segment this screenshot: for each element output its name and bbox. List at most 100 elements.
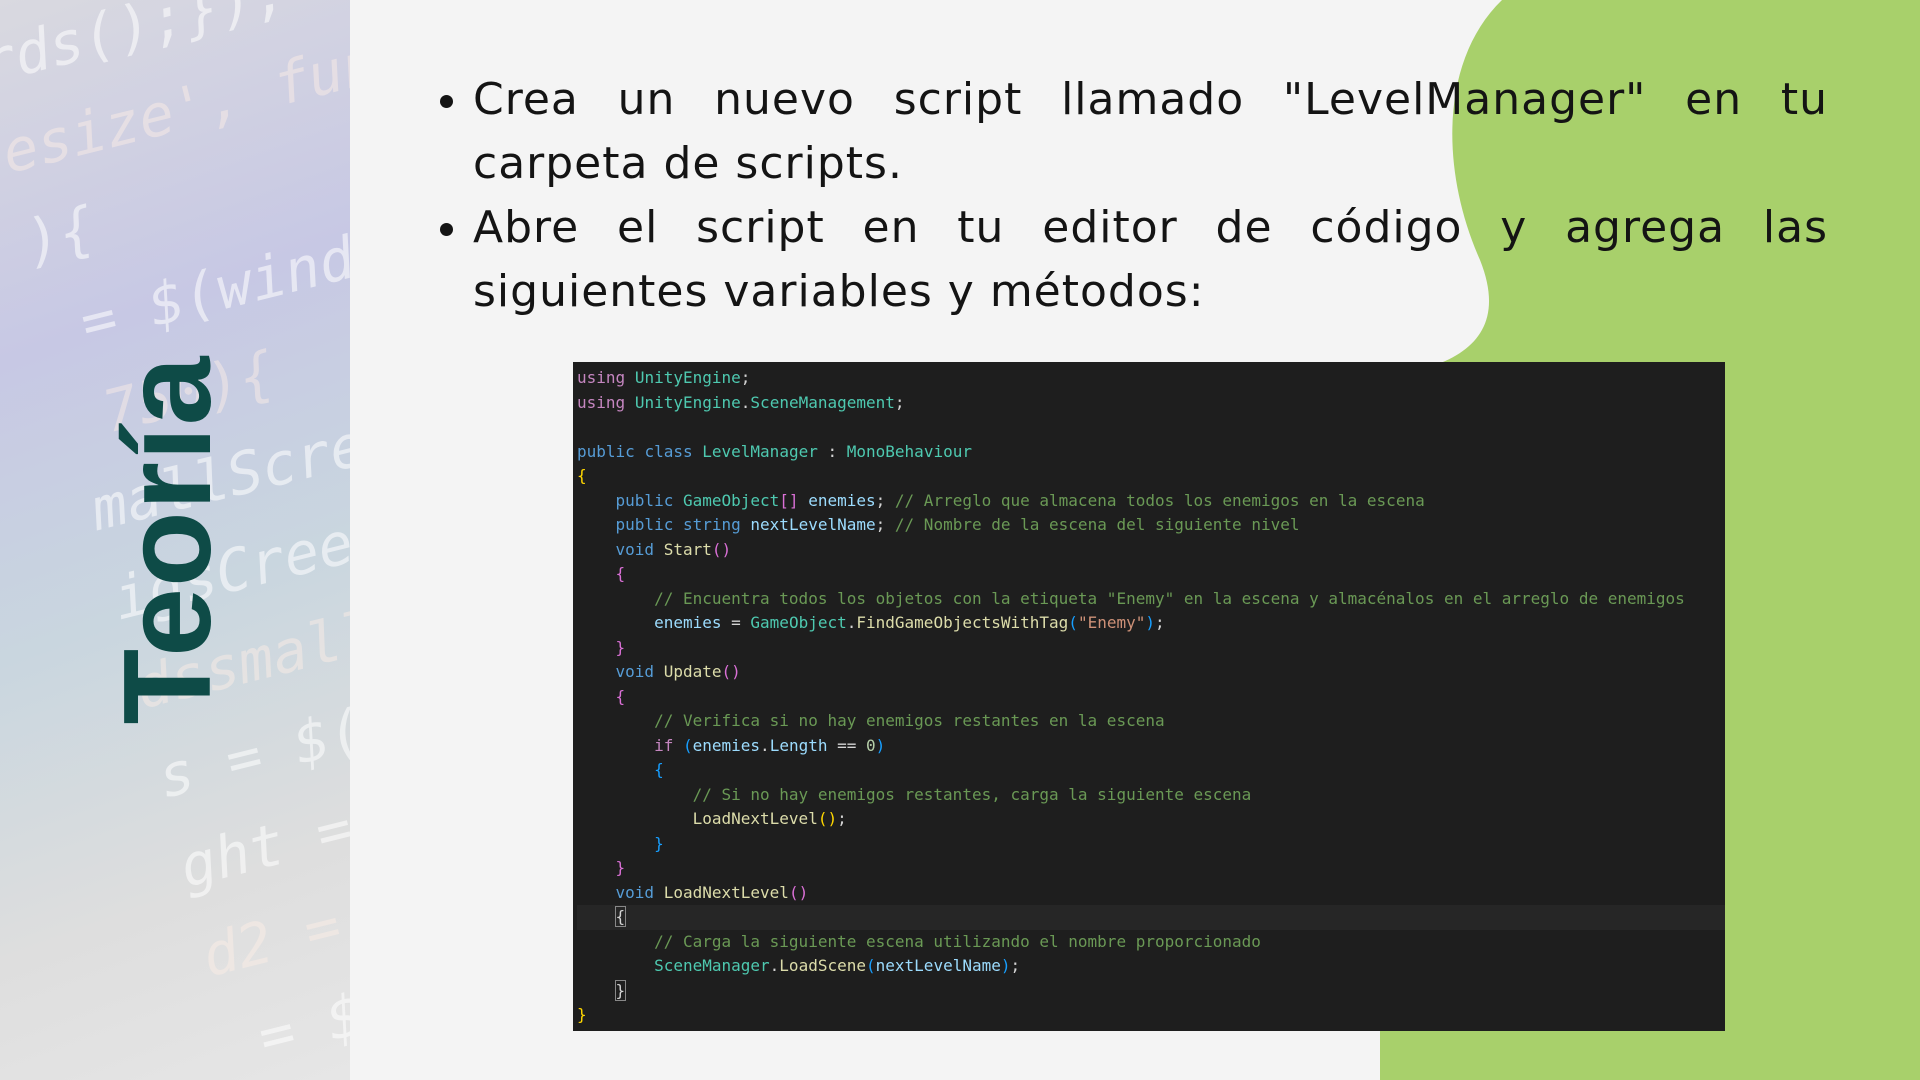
- code-token: {: [577, 466, 587, 485]
- code-token: ;: [1155, 613, 1165, 632]
- code-token: SceneManagement: [750, 392, 895, 412]
- code-token: (): [721, 662, 741, 681]
- code-token: public: [577, 441, 635, 461]
- code-line: public class LevelManager : MonoBehaviou…: [577, 440, 1725, 465]
- code-line: void Update(): [577, 660, 1725, 685]
- code-token: // Encuentra todos los objetos con la et…: [654, 588, 1685, 608]
- code-token: Update: [663, 662, 722, 681]
- sidebar-panel: rds();}); esize', functio){ = $(window).w…: [0, 0, 350, 1080]
- code-token: ;: [1010, 956, 1021, 975]
- code-token: string: [682, 515, 741, 534]
- code-line: using UnityEngine.SceneManagement;: [577, 391, 1725, 416]
- code-line: }: [577, 1003, 1725, 1028]
- code-token: }: [615, 637, 626, 657]
- code-token: using: [577, 392, 626, 412]
- code-token: (): [711, 539, 732, 559]
- code-token: public: [615, 490, 674, 510]
- code-token: UnityEngine: [634, 368, 741, 387]
- code-token: LevelManager: [702, 441, 818, 461]
- instruction-item: Crea un nuevo script llamado "LevelManag…: [473, 68, 1828, 196]
- code-line: using UnityEngine;: [577, 366, 1725, 391]
- code-line: void LoadNextLevel(): [577, 881, 1725, 906]
- code-line: }: [577, 832, 1725, 857]
- code-line: void Start(): [577, 538, 1725, 563]
- instruction-item: Abre el script en tu editor de código y …: [473, 196, 1828, 324]
- code-token: if: [654, 735, 674, 755]
- code-token: UnityEngine: [634, 392, 741, 412]
- code-token: (): [788, 882, 809, 902]
- code-line: SceneManager.LoadScene(nextLevelName);: [577, 954, 1725, 979]
- code-token: {: [615, 686, 626, 706]
- code-token: void: [615, 882, 655, 902]
- code-token: (): [817, 809, 838, 828]
- code-token: }: [577, 1005, 587, 1024]
- code-token: LoadNextLevel: [692, 809, 818, 828]
- code-token: Start: [663, 539, 712, 559]
- code-token: enemies: [808, 490, 876, 510]
- code-token: (: [682, 735, 693, 755]
- code-token: }: [614, 979, 627, 1001]
- code-token: public: [615, 515, 674, 534]
- code-token: []: [779, 490, 799, 510]
- code-token: {: [615, 564, 626, 583]
- code-token: .: [846, 613, 857, 632]
- code-token: {: [614, 906, 627, 927]
- code-token: SceneManager: [654, 956, 770, 975]
- code-line: {: [577, 685, 1725, 710]
- section-title: Teoría: [99, 355, 237, 725]
- code-token: ): [1145, 613, 1156, 632]
- code-token: // Nombre de la escena del siguiente niv…: [894, 515, 1300, 534]
- code-token: GameObject: [750, 613, 847, 632]
- code-line: // Si no hay enemigos restantes, carga l…: [577, 783, 1725, 808]
- code-token: // Carga la siguiente escena utilizando …: [654, 931, 1261, 951]
- code-line: // Encuentra todos los objetos con la et…: [577, 587, 1725, 612]
- code-token: "Enemy": [1077, 613, 1146, 632]
- code-token: FindGameObjectsWithTag: [856, 613, 1069, 632]
- code-line: if (enemies.Length == 0): [577, 734, 1725, 759]
- code-token: void: [615, 539, 655, 559]
- code-token: void: [615, 662, 655, 681]
- code-token: (: [866, 956, 876, 975]
- code-token: }: [615, 858, 626, 877]
- code-token: LoadScene: [779, 956, 866, 975]
- code-token: nextLevelName: [875, 956, 1001, 975]
- code-token: enemies: [654, 613, 722, 632]
- code-token: }: [654, 833, 664, 853]
- code-token: class: [644, 441, 693, 461]
- code-token: .: [760, 735, 770, 755]
- code-token: ==: [827, 735, 867, 755]
- code-token: ;: [875, 515, 895, 534]
- code-line: {: [577, 758, 1725, 783]
- code-token: .: [740, 392, 751, 412]
- code-line: public GameObject[] enemies; // Arreglo …: [577, 489, 1725, 514]
- instruction-list: Crea un nuevo script llamado "LevelManag…: [430, 68, 1828, 324]
- code-line: public string nextLevelName; // Nombre d…: [577, 513, 1725, 538]
- code-line: {: [577, 905, 1725, 930]
- code-token: ): [875, 735, 886, 755]
- code-token: :: [817, 441, 847, 461]
